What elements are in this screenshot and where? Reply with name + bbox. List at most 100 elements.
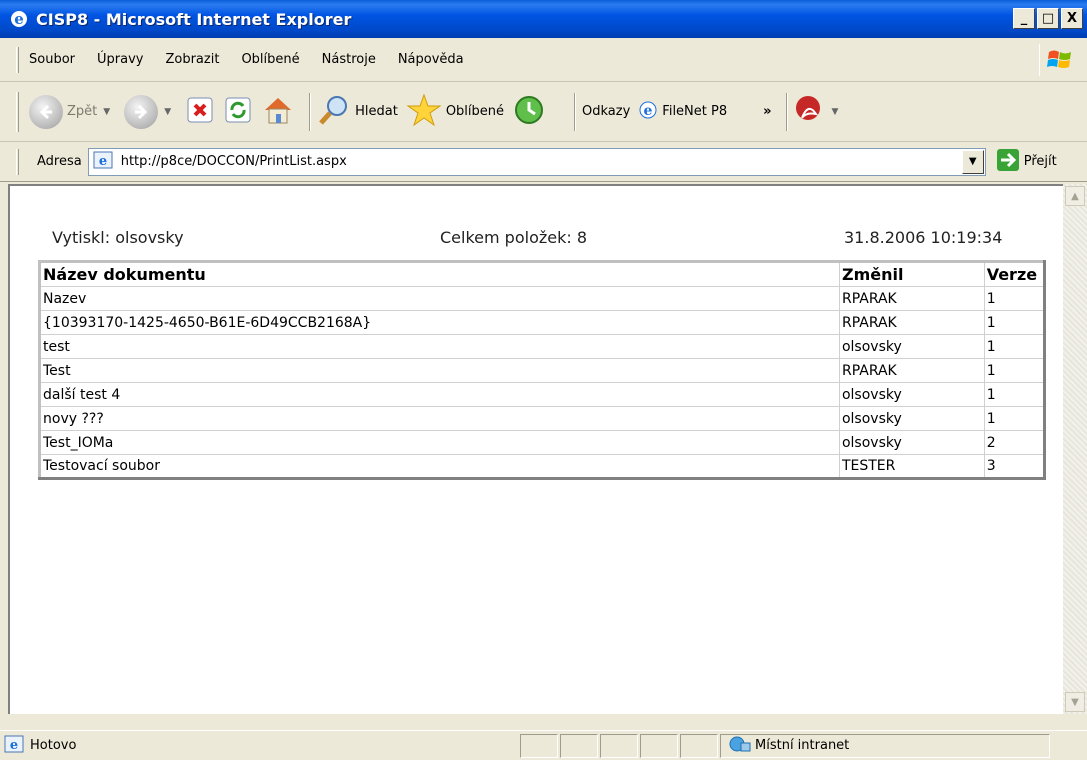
menu-zobrazit[interactable]: Zobrazit <box>165 52 219 67</box>
status-page-icon: e <box>4 734 24 758</box>
refresh-icon <box>223 95 253 129</box>
back-label: Zpět <box>67 104 98 119</box>
svg-text:e: e <box>14 10 24 28</box>
links-label-container: Odkazy <box>582 104 630 119</box>
cell-version: 1 <box>983 382 1046 407</box>
stop-button[interactable] <box>185 95 215 129</box>
cell-version: 1 <box>983 358 1046 383</box>
search-button[interactable]: Hledat <box>317 93 398 131</box>
ie-page-icon: e <box>638 100 658 124</box>
menu-soubor[interactable]: Soubor <box>29 52 75 67</box>
cell-version: 2 <box>983 430 1046 455</box>
column-header-name: Název dokumentu <box>39 261 840 287</box>
address-url: http://p8ce/DOCCON/PrintList.aspx <box>120 154 347 169</box>
title-bar: e CISP8 - Microsoft Internet Explorer _ … <box>0 0 1087 38</box>
page-content: Vytiskl: olsovsky Celkem položek: 8 31.8… <box>8 184 1063 714</box>
maximize-button[interactable]: □ <box>1037 8 1059 29</box>
cell-name: novy ??? <box>39 406 840 431</box>
total-items: Celkem položek: 8 <box>440 228 588 247</box>
cell-changed-by: RPARAK <box>838 310 985 335</box>
go-button[interactable]: Přejít <box>996 148 1057 176</box>
forward-icon <box>124 94 159 129</box>
toolbar-separator <box>309 92 312 131</box>
status-zone: Místní intranet <box>720 733 1050 758</box>
status-cell <box>640 733 678 758</box>
forward-button[interactable]: ▼ <box>124 94 177 129</box>
cell-name: Test <box>39 358 840 383</box>
minimize-button[interactable]: _ <box>1013 8 1035 29</box>
pdf-dropdown-icon[interactable]: ▼ <box>832 107 839 117</box>
favorites-button[interactable]: Oblíbené <box>406 93 504 131</box>
history-icon <box>512 93 546 131</box>
printed-by: Vytiskl: olsovsky <box>52 228 184 247</box>
cell-version: 1 <box>983 310 1046 335</box>
history-button[interactable] <box>512 93 546 131</box>
pdf-button[interactable]: ▼ <box>794 94 845 130</box>
zone-label: Místní intranet <box>755 738 850 753</box>
links-label: Odkazy <box>582 104 631 119</box>
home-icon <box>261 94 295 130</box>
menu-grip <box>16 46 19 73</box>
status-cell <box>520 733 558 758</box>
search-icon <box>317 93 351 131</box>
cell-changed-by: RPARAK <box>838 286 985 311</box>
pdf-icon <box>794 94 826 130</box>
address-dropdown-button[interactable]: ▼ <box>961 149 984 174</box>
toolbar-separator-3 <box>785 92 788 131</box>
menu-napoveda[interactable]: Nápověda <box>398 52 464 67</box>
back-icon <box>29 94 63 129</box>
cell-name: test <box>39 334 840 359</box>
cell-changed-by: TESTER <box>838 454 985 479</box>
favorites-label: Oblíbené <box>445 104 505 119</box>
address-input[interactable]: e http://p8ce/DOCCON/PrintList.aspx ▼ <box>87 147 986 176</box>
status-cell <box>560 733 598 758</box>
menu-upravy[interactable]: Úpravy <box>97 52 143 67</box>
ie-icon: e <box>8 8 30 30</box>
go-arrow-icon <box>996 148 1020 176</box>
toolbar: Zpět ▼ ▼ Hledat Oblíbené Odkazy e FileNe… <box>0 82 1087 142</box>
svg-text:e: e <box>644 103 653 119</box>
window-title: CISP8 - Microsoft Internet Explorer <box>36 9 352 29</box>
close-button[interactable]: X <box>1061 8 1083 29</box>
back-dropdown-icon[interactable]: ▼ <box>103 107 110 117</box>
forward-dropdown-icon[interactable]: ▼ <box>164 107 171 117</box>
cell-changed-by: olsovsky <box>838 406 985 431</box>
table-header-row: Název dokumentu Změnil Verze <box>39 261 1046 287</box>
stop-icon <box>185 95 215 129</box>
table-row: novy ??? olsovsky 1 <box>39 406 1046 431</box>
table-row: test olsovsky 1 <box>39 334 1046 359</box>
go-label: Přejít <box>1023 154 1057 169</box>
menu-nastroje[interactable]: Nástroje <box>322 52 376 67</box>
cell-changed-by: olsovsky <box>838 334 985 359</box>
toolbar-separator-2 <box>574 92 577 131</box>
scroll-up-button[interactable]: ▲ <box>1065 186 1085 206</box>
refresh-button[interactable] <box>223 95 253 129</box>
address-label: Adresa <box>37 154 82 169</box>
search-label: Hledat <box>355 104 398 119</box>
cell-name: Nazev <box>39 286 840 311</box>
back-button[interactable]: Zpět ▼ <box>29 94 116 129</box>
address-grip <box>16 148 19 175</box>
column-header-changed-by: Změnil <box>838 261 985 287</box>
menu-oblibene[interactable]: Oblíbené <box>241 52 299 67</box>
status-cell <box>680 733 718 758</box>
table-row: Test_IOMa olsovsky 2 <box>39 430 1046 455</box>
filenet-label: FileNet P8 <box>662 104 728 119</box>
status-main: e Hotovo <box>4 734 518 758</box>
status-cell <box>600 733 638 758</box>
status-text: Hotovo <box>30 738 77 753</box>
links-chevron[interactable]: » <box>763 104 771 119</box>
cell-name: další test 4 <box>39 382 840 407</box>
filenet-link[interactable]: e FileNet P8 <box>638 100 727 124</box>
vertical-scrollbar[interactable]: ▲ ▼ <box>1063 184 1087 714</box>
svg-text:e: e <box>99 154 107 169</box>
scroll-down-button[interactable]: ▼ <box>1065 692 1085 712</box>
cell-version: 3 <box>983 454 1046 479</box>
cell-changed-by: olsovsky <box>838 430 985 455</box>
table-row: Test RPARAK 1 <box>39 358 1046 383</box>
cell-name: Test_IOMa <box>39 430 840 455</box>
menu-bar: Soubor Úpravy Zobrazit Oblíbené Nástroje… <box>0 38 1087 82</box>
cell-changed-by: RPARAK <box>838 358 985 383</box>
home-button[interactable] <box>261 94 295 130</box>
cell-changed-by: olsovsky <box>838 382 985 407</box>
